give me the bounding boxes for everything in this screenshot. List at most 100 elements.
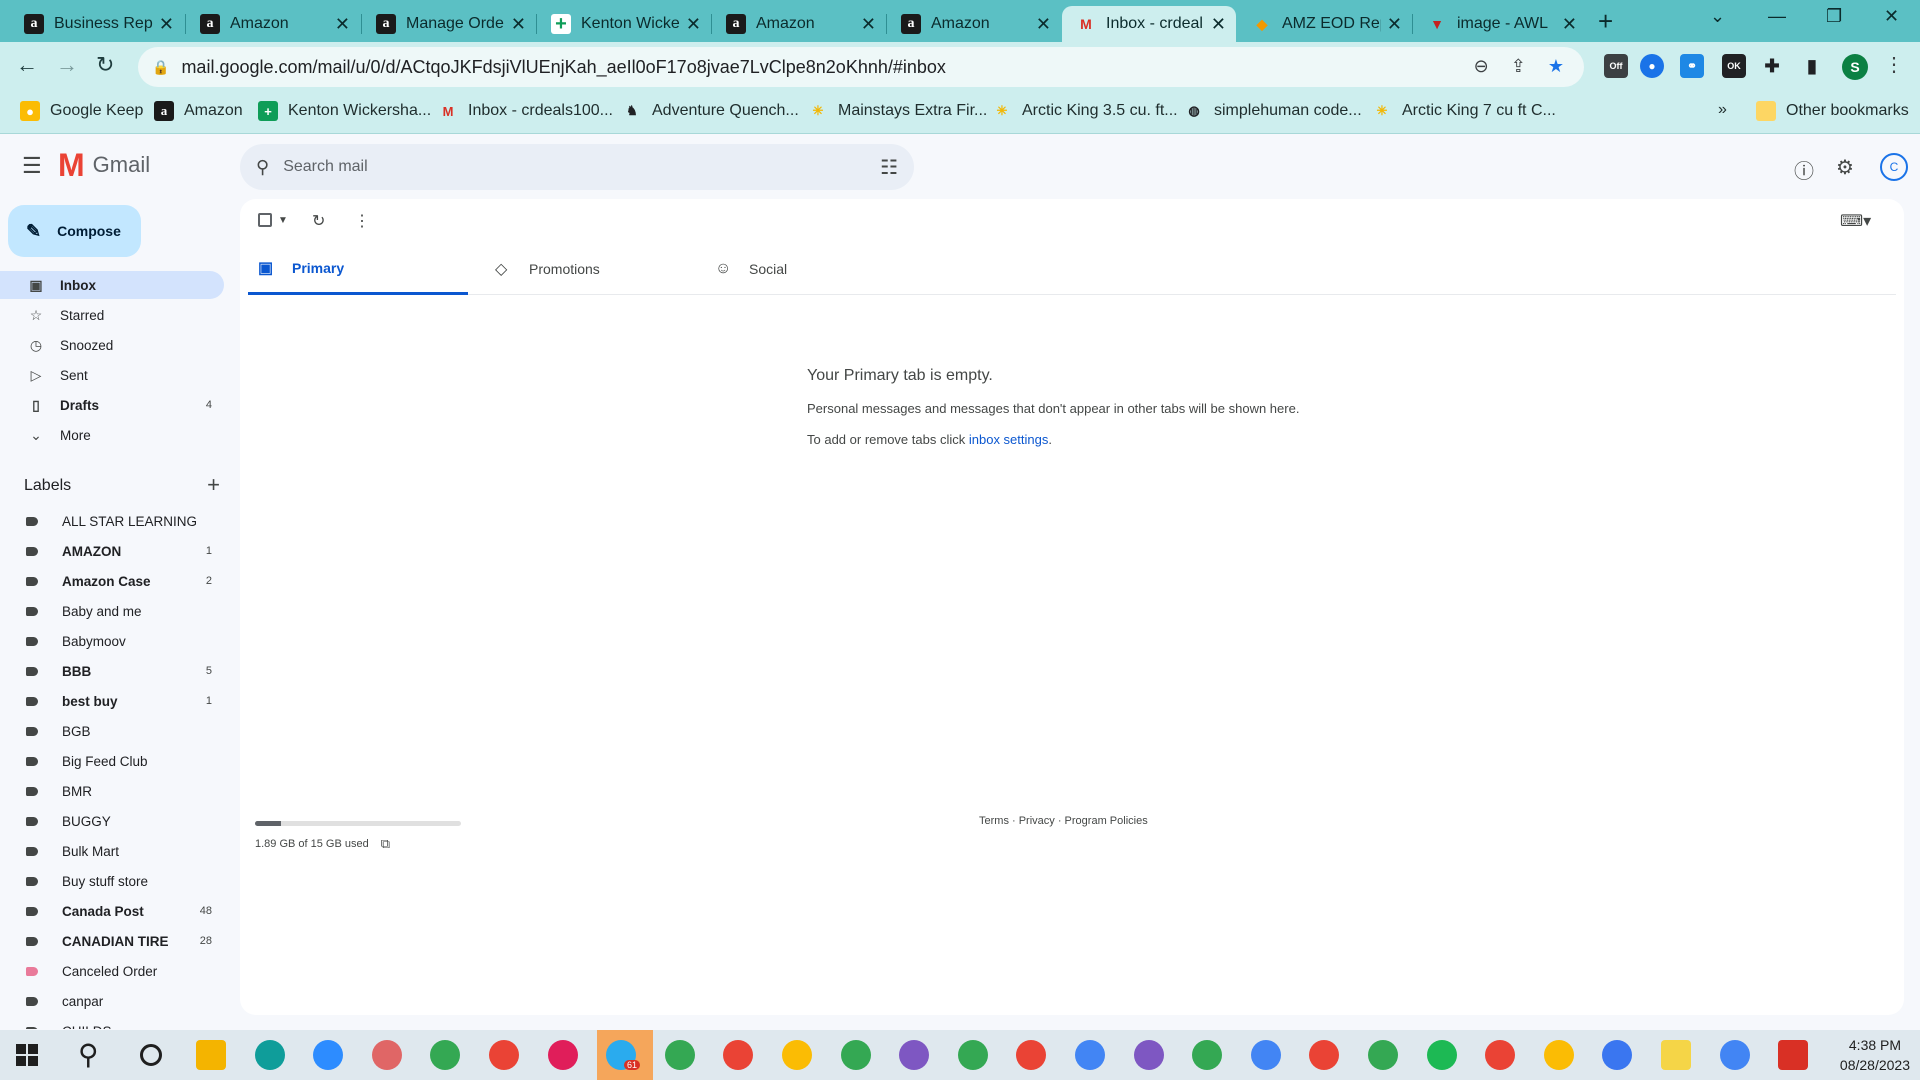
label-item[interactable]: Babymoov <box>0 627 224 655</box>
restore-icon[interactable]: ❐ <box>1826 6 1842 27</box>
tab-close-icon[interactable]: ✕ <box>1387 14 1402 35</box>
acrobat-icon[interactable] <box>1778 1040 1809 1070</box>
inbox-settings-link[interactable]: inbox settings <box>969 432 1049 447</box>
chrome-icon[interactable] <box>1368 1040 1398 1070</box>
chrome-icon[interactable] <box>1192 1040 1223 1070</box>
open-external-icon[interactable]: ⧉ <box>381 836 390 852</box>
nav-item-starred[interactable]: ☆ Starred <box>0 301 224 329</box>
bookmarks-overflow-button[interactable]: » <box>1718 101 1727 119</box>
label-item[interactable]: Canceled Order <box>0 957 224 985</box>
chrome-icon[interactable] <box>664 1040 695 1070</box>
chrome-icon[interactable] <box>840 1040 871 1070</box>
add-label-icon[interactable]: + <box>207 474 220 496</box>
tab-search-chevron-icon[interactable]: ⌄ <box>1710 6 1725 27</box>
browser-tab[interactable]: a Business Repo ✕ <box>10 6 184 42</box>
select-dropdown-icon[interactable]: ▼ <box>278 215 288 226</box>
label-item[interactable]: best buy 1 <box>0 687 224 715</box>
search-input[interactable]: Search mail <box>283 158 880 176</box>
label-item[interactable]: BBB 5 <box>0 657 224 685</box>
spotify-icon[interactable] <box>1426 1040 1457 1070</box>
address-bar[interactable]: 🔒 mail.google.com/mail/u/0/d/ACtqoJKFdsj… <box>138 47 1584 87</box>
label-item[interactable]: canpar <box>0 987 224 1015</box>
select-all-checkbox[interactable] <box>258 213 272 227</box>
label-item[interactable]: CANADIAN TIRE 28 <box>0 927 224 955</box>
tab-close-icon[interactable]: ✕ <box>159 14 174 35</box>
bookmark-star-icon[interactable]: ★ <box>1548 56 1564 77</box>
browser-tab[interactable]: a Amazon ✕ <box>712 6 886 42</box>
windows-start-icon[interactable] <box>16 1044 38 1066</box>
chrome-icon[interactable] <box>1250 1040 1281 1070</box>
signal-icon[interactable] <box>1602 1040 1633 1070</box>
nav-item-more[interactable]: ⌄ More <box>0 421 224 449</box>
chrome-icon[interactable] <box>723 1040 754 1070</box>
chrome-icon[interactable] <box>1133 1040 1164 1070</box>
refresh-icon[interactable]: ↻ <box>312 211 325 231</box>
back-icon[interactable]: ← <box>16 52 38 78</box>
label-item[interactable]: Bulk Mart <box>0 837 224 865</box>
browser-tab[interactable]: a Amazon ✕ <box>887 6 1061 42</box>
search-mail-box[interactable]: ⚲ Search mail ☷ <box>240 144 914 190</box>
minimize-icon[interactable]: — <box>1768 6 1786 27</box>
more-options-icon[interactable]: ⋮ <box>354 211 370 231</box>
browser-tab[interactable]: a Amazon ✕ <box>186 6 360 42</box>
zoom-icon[interactable]: ⊖ <box>1474 56 1489 77</box>
sketch-icon[interactable] <box>371 1040 402 1070</box>
help-icon[interactable]: ⓘ <box>1794 155 1814 184</box>
settings-gear-icon[interactable]: ⚙ <box>1836 155 1854 180</box>
label-item[interactable]: Big Feed Club <box>0 747 224 775</box>
nav-item-drafts[interactable]: ▯ Drafts 4 <box>0 391 224 419</box>
browser-tab[interactable]: ▼ image - AWL ✕ <box>1413 6 1587 42</box>
extensions-puzzle-icon[interactable]: ✚ <box>1760 54 1784 78</box>
bookmark-item[interactable]: + Kenton Wickersha... <box>258 101 431 121</box>
tab-close-icon[interactable]: ✕ <box>1036 14 1051 35</box>
extension-ok-icon[interactable]: OK <box>1722 54 1746 78</box>
new-tab-icon[interactable]: + <box>1598 6 1613 37</box>
tab-close-icon[interactable]: ✕ <box>1562 14 1577 35</box>
browser-menu-icon[interactable]: ⋮ <box>1884 52 1904 77</box>
nav-item-sent[interactable]: ▷ Sent <box>0 361 224 389</box>
compose-button[interactable]: ✎ Compose <box>8 205 141 257</box>
edge-icon[interactable] <box>254 1040 285 1070</box>
tab-close-icon[interactable]: ✕ <box>335 14 350 35</box>
share-icon[interactable]: ⇪ <box>1511 56 1526 77</box>
bookmark-item[interactable]: M Inbox - crdeals100... <box>438 101 613 121</box>
browser-profile-avatar[interactable]: S <box>1842 54 1868 80</box>
bookmark-item[interactable]: ◍ simplehuman code... <box>1184 101 1361 121</box>
reload-icon[interactable]: ↻ <box>96 52 114 78</box>
browser-tab[interactable]: + Kenton Wicke ✕ <box>537 6 711 42</box>
tab-close-icon[interactable]: ✕ <box>861 14 876 35</box>
label-item[interactable]: Buy stuff store <box>0 867 224 895</box>
label-item[interactable]: CHILDS <box>0 1017 224 1029</box>
chrome-icon[interactable] <box>782 1040 812 1070</box>
taskbar-clock[interactable]: 4:38 PM 08/28/2023 <box>1840 1035 1910 1075</box>
chrome-icon[interactable] <box>430 1040 461 1070</box>
bookmark-item[interactable]: a Amazon <box>154 101 243 121</box>
extension-link-icon[interactable]: ⚭ <box>1680 54 1704 78</box>
gmail-logo[interactable]: M Gmail <box>58 149 150 181</box>
chrome-icon[interactable] <box>1719 1040 1750 1070</box>
label-item[interactable]: AMAZON 1 <box>0 537 224 565</box>
close-window-icon[interactable]: ✕ <box>1884 6 1899 27</box>
tab-social[interactable]: ☺ Social <box>705 243 925 295</box>
chrome-icon[interactable] <box>489 1040 519 1070</box>
file-explorer-icon[interactable] <box>196 1040 226 1070</box>
chrome-icon[interactable] <box>899 1040 930 1070</box>
chrome-icon[interactable] <box>1543 1040 1574 1070</box>
label-item[interactable]: BGB <box>0 717 224 745</box>
bookmark-item[interactable]: ✳ Mainstays Extra Fir... <box>808 101 988 121</box>
bookmark-item[interactable]: ✳ Arctic King 3.5 cu. ft... <box>992 101 1178 121</box>
browser-tab[interactable]: ◆ AMZ EOD Rep ✕ <box>1238 6 1412 42</box>
tab-close-icon[interactable]: ✕ <box>511 14 526 35</box>
nav-item-inbox[interactable]: ▣ Inbox <box>0 271 224 299</box>
chrome-icon[interactable] <box>1075 1040 1105 1070</box>
forward-icon[interactable]: → <box>56 52 78 78</box>
tab-close-icon[interactable]: ✕ <box>686 14 701 35</box>
chrome-icon[interactable] <box>1309 1040 1340 1070</box>
bookmark-item[interactable]: ● Google Keep <box>20 101 143 121</box>
extension-blue-icon[interactable]: ● <box>1640 54 1664 78</box>
label-item[interactable]: ALL STAR LEARNING <box>0 507 224 535</box>
search-options-icon[interactable]: ☷ <box>880 155 898 180</box>
browser-tab[interactable]: a Manage Orde ✕ <box>362 6 536 42</box>
label-item[interactable]: BMR <box>0 777 224 805</box>
lock-icon[interactable]: 🔒 <box>152 59 169 76</box>
